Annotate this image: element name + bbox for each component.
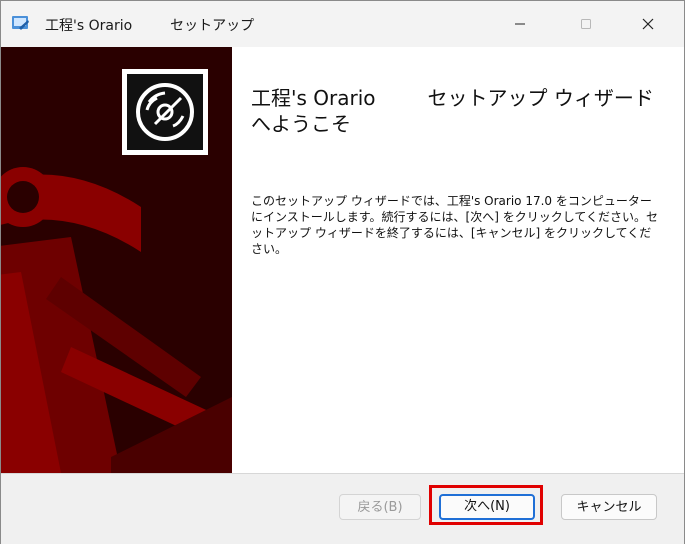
minimize-icon	[515, 23, 525, 25]
window-title: 工程's Orario セットアップ	[45, 15, 254, 35]
next-button-highlight	[429, 485, 543, 525]
cancel-button[interactable]: キャンセル	[561, 494, 657, 520]
wizard-banner	[1, 47, 232, 473]
window-title-app: 工程's Orario	[45, 18, 133, 34]
title-bar[interactable]: 工程's Orario セットアップ	[1, 1, 684, 47]
setup-window: 工程's Orario セットアップ 工程's Orario セットアップ ウィ…	[0, 0, 685, 544]
maximize-button[interactable]	[563, 1, 609, 47]
wizard-content: 工程's Orario セットアップ ウィザードへようこそ このセットアップ ウィ…	[1, 47, 684, 473]
wizard-footer: 戻る(B) 次へ(N) キャンセル	[1, 473, 684, 544]
wizard-heading: 工程's Orario セットアップ ウィザードへようこそ	[251, 85, 666, 137]
product-logo	[122, 69, 208, 155]
close-button[interactable]	[625, 1, 671, 47]
window-title-sub: セットアップ	[170, 18, 255, 34]
back-button[interactable]: 戻る(B)	[339, 494, 421, 520]
installer-app-icon	[12, 16, 29, 30]
close-icon	[642, 18, 654, 30]
disc-icon	[136, 83, 194, 141]
minimize-button[interactable]	[497, 1, 543, 47]
maximize-icon	[581, 19, 591, 29]
wizard-description: このセットアップ ウィザードでは、工程's Orario 17.0 をコンピュー…	[251, 194, 659, 256]
logo-inner	[127, 74, 203, 150]
wizard-heading-product: 工程's Orario	[251, 86, 376, 110]
